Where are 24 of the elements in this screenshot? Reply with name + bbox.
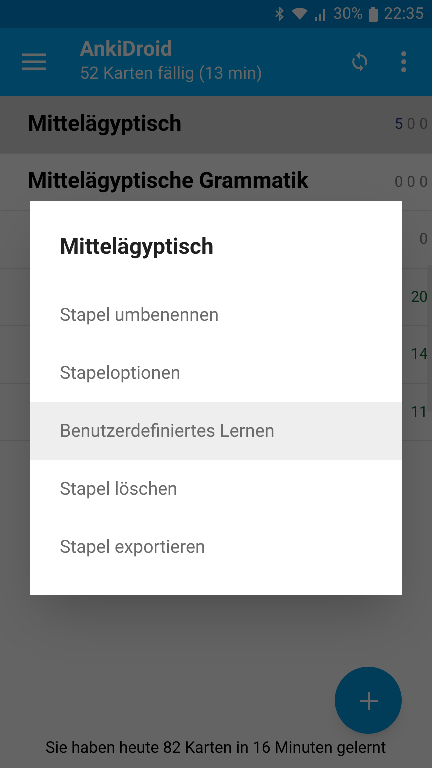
app-subtitle: 52 Karten fällig (13 min) [80, 63, 264, 86]
menu-item[interactable]: Stapeloptionen [30, 344, 402, 402]
card-count: 5 [394, 114, 404, 135]
wifi-icon [291, 7, 310, 21]
more-icon [401, 51, 407, 73]
card-count: 14 [411, 344, 428, 365]
dialog-title: Mittelägyptisch [59, 234, 215, 262]
bluetooth-icon [275, 7, 286, 21]
plus-icon [360, 692, 378, 710]
card-count: 20 [411, 286, 428, 308]
menu-item[interactable]: Stapel umbenennen [30, 286, 402, 344]
deck-name: Mittelägyptische Grammatik [28, 168, 310, 196]
menu-item[interactable]: Stapel löschen [30, 460, 402, 518]
app-title: AnkiDroid [80, 38, 174, 62]
card-count: 11 [411, 402, 428, 422]
menu-item[interactable]: Stapel exportieren [30, 518, 402, 576]
menu-icon [22, 53, 46, 71]
battery-percent: 30% [333, 3, 364, 25]
battery-icon [369, 6, 378, 22]
signal-icon [315, 7, 328, 21]
menu-item[interactable]: Benutzerdefiniertes Lernen [30, 402, 402, 460]
clock: 22:35 [384, 3, 424, 25]
study-summary: Sie haben heute 82 Karten in 16 Minuten gelernt [44, 737, 388, 759]
deck-name: Mittelägyptisch [28, 110, 183, 139]
